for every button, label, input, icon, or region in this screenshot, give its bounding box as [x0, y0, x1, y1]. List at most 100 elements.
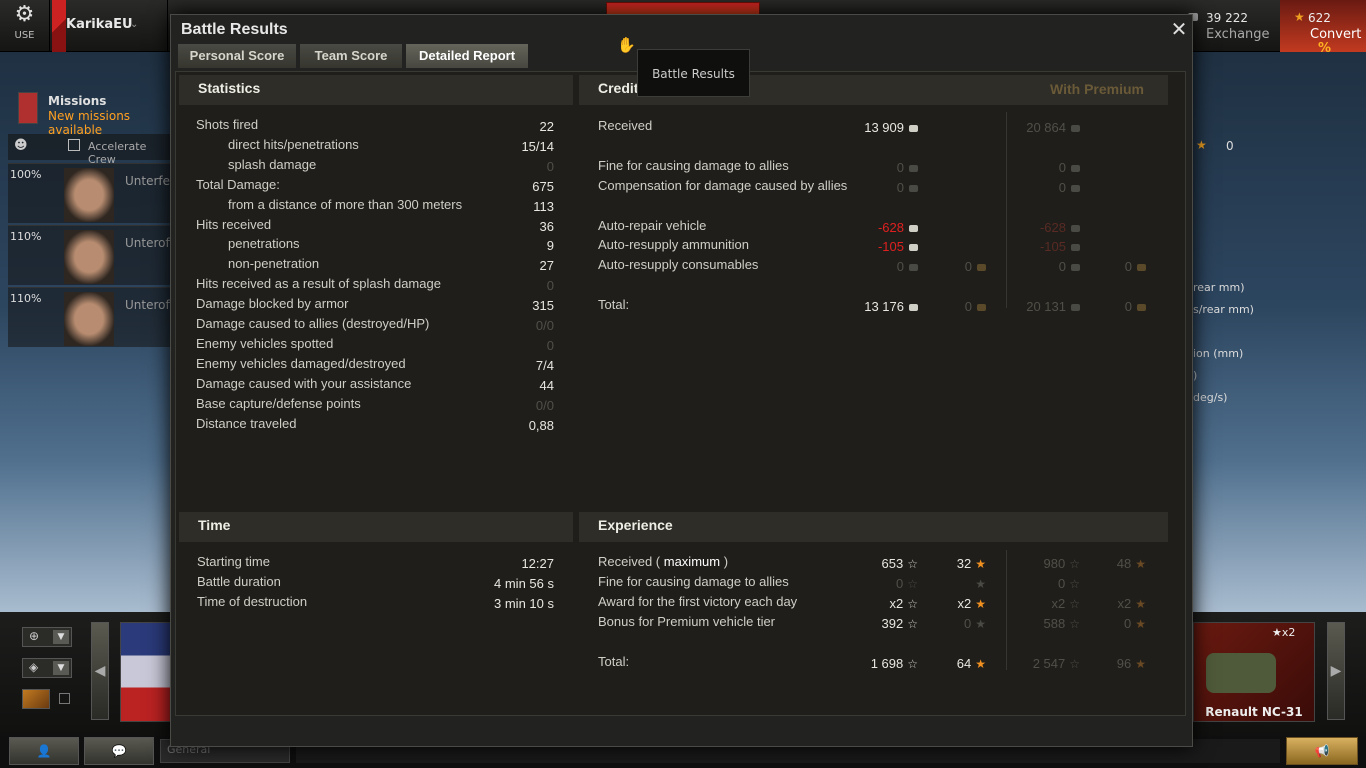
chat-icon: 💬 [111, 744, 127, 758]
stat-value: 15/14 [521, 138, 554, 154]
premium-filter-icon[interactable] [22, 689, 50, 709]
stat-value: 315 [532, 298, 554, 314]
credits-value: 39 222 [1206, 11, 1248, 25]
channels-button[interactable]: 💬 [84, 737, 154, 765]
nation-filter[interactable]: ⊕ ▼ [22, 627, 72, 647]
stat-label: Damage blocked by armor [196, 296, 349, 312]
carousel-right-button[interactable]: ▶ [1327, 622, 1345, 720]
premium-credit-value: 0 [976, 180, 1080, 195]
bonus-value: 0 [906, 299, 986, 314]
stat-label: Damage caused to allies (destroyed/HP) [196, 316, 430, 331]
missions-button[interactable]: Missions New missions available [14, 90, 174, 137]
premium-xp-value: 0 ☆ [1058, 576, 1080, 591]
settings-button[interactable]: ⚙ USE [0, 0, 50, 52]
time-label: Battle duration [197, 574, 281, 589]
credit-label: Compensation for damage caused by allies [598, 178, 848, 193]
gear-icon: ⚙ [14, 2, 35, 27]
crew-skill: 100% [10, 168, 42, 181]
gold-icon [1137, 304, 1146, 312]
vehicle-stat: ion (mm) [1193, 347, 1244, 360]
tab-team-score[interactable]: Team Score [299, 43, 403, 69]
stat-label: Base capture/defense points [196, 395, 361, 411]
credits-header-label: Credit [598, 80, 639, 96]
window-title: Battle Results [181, 21, 288, 38]
missions-icon [18, 92, 38, 124]
stat-label: Distance traveled [196, 415, 297, 431]
close-icon[interactable]: ✕ [1169, 19, 1189, 39]
chevron-down-icon: ▼ [53, 661, 69, 675]
exchange-button[interactable]: 39 222 Exchange [1178, 0, 1278, 52]
free-xp-star-icon: ★ [1135, 557, 1146, 571]
xp-label: Award for the first victory each day [598, 594, 798, 609]
free-xp-value: 32 ★ [956, 556, 986, 571]
vehicle-stat: s/rear mm) [1193, 303, 1254, 316]
credit-label: Auto-resupply consumables [598, 257, 759, 272]
megaphone-icon: 📢 [1314, 744, 1330, 758]
experience-header: Experience [579, 512, 1168, 542]
crew-skill: 110% [10, 292, 42, 305]
vehicle-stat: deg/s) [1193, 391, 1228, 404]
stat-label: penetrations [228, 236, 300, 252]
free-xp-value: x2 ★ [957, 596, 987, 611]
chevron-down-icon: ⌄ [130, 19, 139, 30]
stat-label: Total Damage: [196, 176, 280, 192]
credits-icon [909, 185, 918, 193]
player-menu[interactable]: KarikaEU ⌄ [52, 0, 168, 52]
accelerate-checkbox[interactable] [68, 139, 80, 151]
globe-icon: ⊕ [29, 629, 40, 643]
crew-portrait [64, 230, 114, 284]
credit-label: Auto-repair vehicle [598, 218, 707, 233]
carousel-left-button[interactable]: ◀ [91, 622, 109, 720]
premium-credit-value: 20 864 [976, 120, 1080, 135]
contacts-button[interactable]: 👤 [9, 737, 79, 765]
right-gold-value: 0 [1226, 139, 1234, 153]
notifications-button[interactable]: 📢 [1286, 737, 1358, 765]
missions-subtitle: New missions available [48, 109, 131, 137]
convert-button[interactable]: ★ 622 Convert % [1280, 0, 1366, 56]
convert-label: Convert [1310, 27, 1362, 42]
xp-label-highlight: maximum [663, 554, 721, 569]
premium-credit-value: -105 [976, 239, 1080, 254]
stat-value: 0/0 [535, 318, 554, 333]
crew-member[interactable]: 110% Unteroff [8, 287, 174, 347]
stat-label: Enemy vehicles damaged/destroyed [196, 355, 406, 371]
exchange-label: Exchange [1206, 27, 1270, 42]
xp-star-icon: ☆ [1069, 577, 1080, 591]
tab-detailed-report[interactable]: Detailed Report [405, 43, 529, 69]
crew-rank: Unterfel [125, 174, 174, 188]
credits-icon [909, 225, 918, 233]
premium-credit-value: 20 131 [976, 299, 1080, 314]
credits-icon [1071, 185, 1080, 193]
stat-value: 0 [546, 278, 554, 294]
vehicle-slot[interactable] [120, 622, 174, 722]
xp-label-text: Received ( [598, 554, 664, 569]
player-name: KarikaEU [66, 17, 133, 32]
credit-label: Auto-resupply ammunition [598, 237, 750, 252]
credit-value: 0 [816, 259, 918, 274]
crew-member[interactable]: 110% Unteroff [8, 225, 174, 285]
crew-toolbar: ☻ Accelerate Crew [8, 134, 174, 166]
tab-personal-score[interactable]: Personal Score [177, 43, 297, 69]
vehicle-type-icon: ◈ [29, 660, 39, 674]
vehicle-stat: rear mm) [1193, 281, 1245, 294]
stat-value: 113 [533, 198, 554, 214]
free-xp-value: ★ [876, 576, 986, 591]
gold-value: 622 [1308, 11, 1331, 25]
column-divider [1006, 112, 1007, 308]
credit-value: 13 176 [816, 299, 918, 314]
crew-member[interactable]: 100% Unterfel [8, 163, 174, 223]
filter-checkbox[interactable] [59, 693, 70, 704]
stat-value: 44 [539, 377, 554, 393]
hand-cursor-icon: ✋ [617, 36, 636, 54]
credits-icon [1071, 244, 1080, 252]
type-filter[interactable]: ◈ ▼ [22, 658, 72, 678]
stat-label: direct hits/penetrations [228, 136, 359, 152]
time-label: Starting time [197, 554, 270, 569]
crew-icon[interactable]: ☻ [14, 138, 28, 153]
selected-vehicle-card[interactable]: ★x2 Renault NC-31 [1193, 622, 1315, 722]
stat-value: 27 [539, 258, 554, 274]
time-header: Time [179, 512, 573, 542]
stat-value: 36 [539, 218, 554, 234]
premium-free-xp-value: x2 ★ [1117, 596, 1147, 611]
premium-credit-value: 0 [976, 259, 1080, 274]
